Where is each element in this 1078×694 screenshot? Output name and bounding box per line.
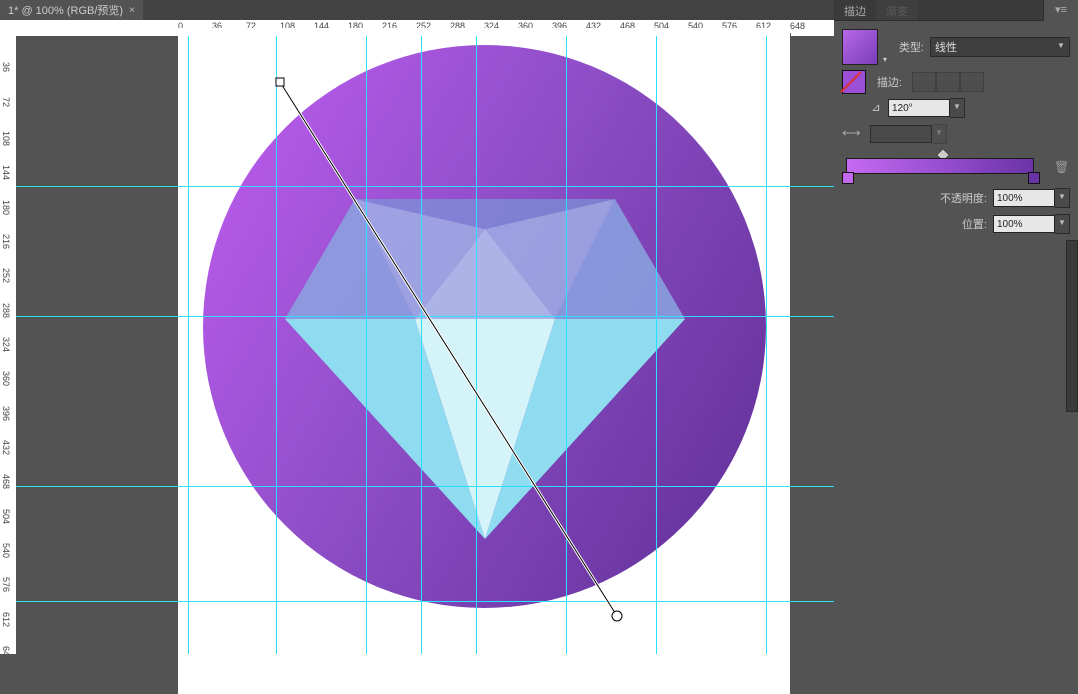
angle-stepper-icon[interactable]: ▼ bbox=[950, 98, 965, 118]
guide-vertical[interactable] bbox=[476, 36, 477, 654]
gradient-panel: 思缘设计论坛 WWW.MISSYUAN.COM 描边 渐变 ▾≡ ▾ 类型: 线… bbox=[834, 0, 1078, 654]
stroke-outside-button[interactable] bbox=[960, 72, 984, 92]
guide-vertical[interactable] bbox=[188, 36, 189, 654]
trash-icon[interactable]: 🗑 bbox=[1054, 160, 1068, 174]
guide-horizontal[interactable] bbox=[16, 601, 834, 602]
document-tab[interactable]: 1* @ 100% (RGB/预览) × bbox=[0, 0, 143, 20]
stroke-label: 描边: bbox=[870, 74, 902, 90]
position-stepper-icon[interactable]: ▼ bbox=[1055, 214, 1070, 234]
diamond-shape[interactable] bbox=[285, 199, 685, 539]
angle-icon: ⊿ bbox=[868, 101, 884, 115]
opacity-stepper-icon[interactable]: ▼ bbox=[1055, 188, 1070, 208]
vertical-ruler[interactable]: 0367210814418021625228832436039643246850… bbox=[0, 36, 17, 654]
gradient-ramp[interactable]: 🗑 bbox=[842, 150, 1070, 184]
guide-vertical[interactable] bbox=[656, 36, 657, 654]
position-label: 位置: bbox=[923, 216, 987, 232]
angle-input[interactable]: 120° bbox=[888, 99, 950, 117]
panel-body: ▾ 类型: 线性 ▼ 描边: ⊿ 120° ▼ bbox=[834, 20, 1078, 240]
opacity-label: 不透明度: bbox=[923, 190, 987, 206]
guide-vertical[interactable] bbox=[566, 36, 567, 654]
canvas-viewport[interactable] bbox=[16, 36, 834, 654]
guide-horizontal[interactable] bbox=[16, 486, 834, 487]
stroke-align-group bbox=[912, 72, 984, 92]
stroke-center-button[interactable] bbox=[936, 72, 960, 92]
gradient-stop-right[interactable] bbox=[1028, 172, 1040, 184]
gradient-panel-tab[interactable]: 渐变 bbox=[876, 0, 918, 20]
aspect-ratio-icon: ⟷ bbox=[842, 125, 860, 143]
guide-horizontal[interactable] bbox=[16, 316, 834, 317]
ratio-stepper-icon[interactable]: ▼ bbox=[932, 124, 947, 144]
ruler-origin[interactable] bbox=[0, 20, 17, 37]
panel-dock-strip[interactable] bbox=[1066, 240, 1078, 412]
guide-vertical[interactable] bbox=[421, 36, 422, 654]
guide-vertical[interactable] bbox=[276, 36, 277, 654]
document-tab-bar: 1* @ 100% (RGB/预览) × bbox=[0, 0, 834, 20]
gradient-stop-left[interactable] bbox=[842, 172, 854, 184]
swatch-dropdown-icon[interactable]: ▾ bbox=[883, 55, 887, 64]
opacity-input[interactable]: 100% bbox=[993, 189, 1055, 207]
guide-horizontal[interactable] bbox=[16, 186, 834, 187]
chevron-down-icon: ▼ bbox=[1055, 40, 1067, 52]
none-stroke-icon bbox=[840, 71, 861, 92]
position-input[interactable]: 100% bbox=[993, 215, 1055, 233]
gradient-type-value: 线性 bbox=[935, 39, 957, 55]
close-tab-icon[interactable]: × bbox=[129, 5, 135, 16]
gradient-preview-swatch[interactable]: ▾ bbox=[842, 29, 878, 65]
guide-vertical[interactable] bbox=[366, 36, 367, 654]
panel-menu-icon[interactable]: ▾≡ bbox=[1043, 0, 1078, 20]
stroke-inside-button[interactable] bbox=[912, 72, 936, 92]
guide-vertical[interactable] bbox=[766, 36, 767, 654]
aspect-ratio-input[interactable] bbox=[870, 125, 932, 143]
panel-tab-bar: 描边 渐变 bbox=[834, 0, 1044, 21]
gradient-type-dropdown[interactable]: 线性 ▼ bbox=[930, 37, 1070, 57]
stroke-panel-tab[interactable]: 描边 bbox=[834, 0, 876, 20]
document-tab-title: 1* @ 100% (RGB/预览) bbox=[8, 2, 123, 18]
type-label: 类型: bbox=[882, 39, 924, 55]
gradient-bar[interactable] bbox=[846, 158, 1034, 174]
stroke-swatch[interactable] bbox=[842, 70, 866, 94]
